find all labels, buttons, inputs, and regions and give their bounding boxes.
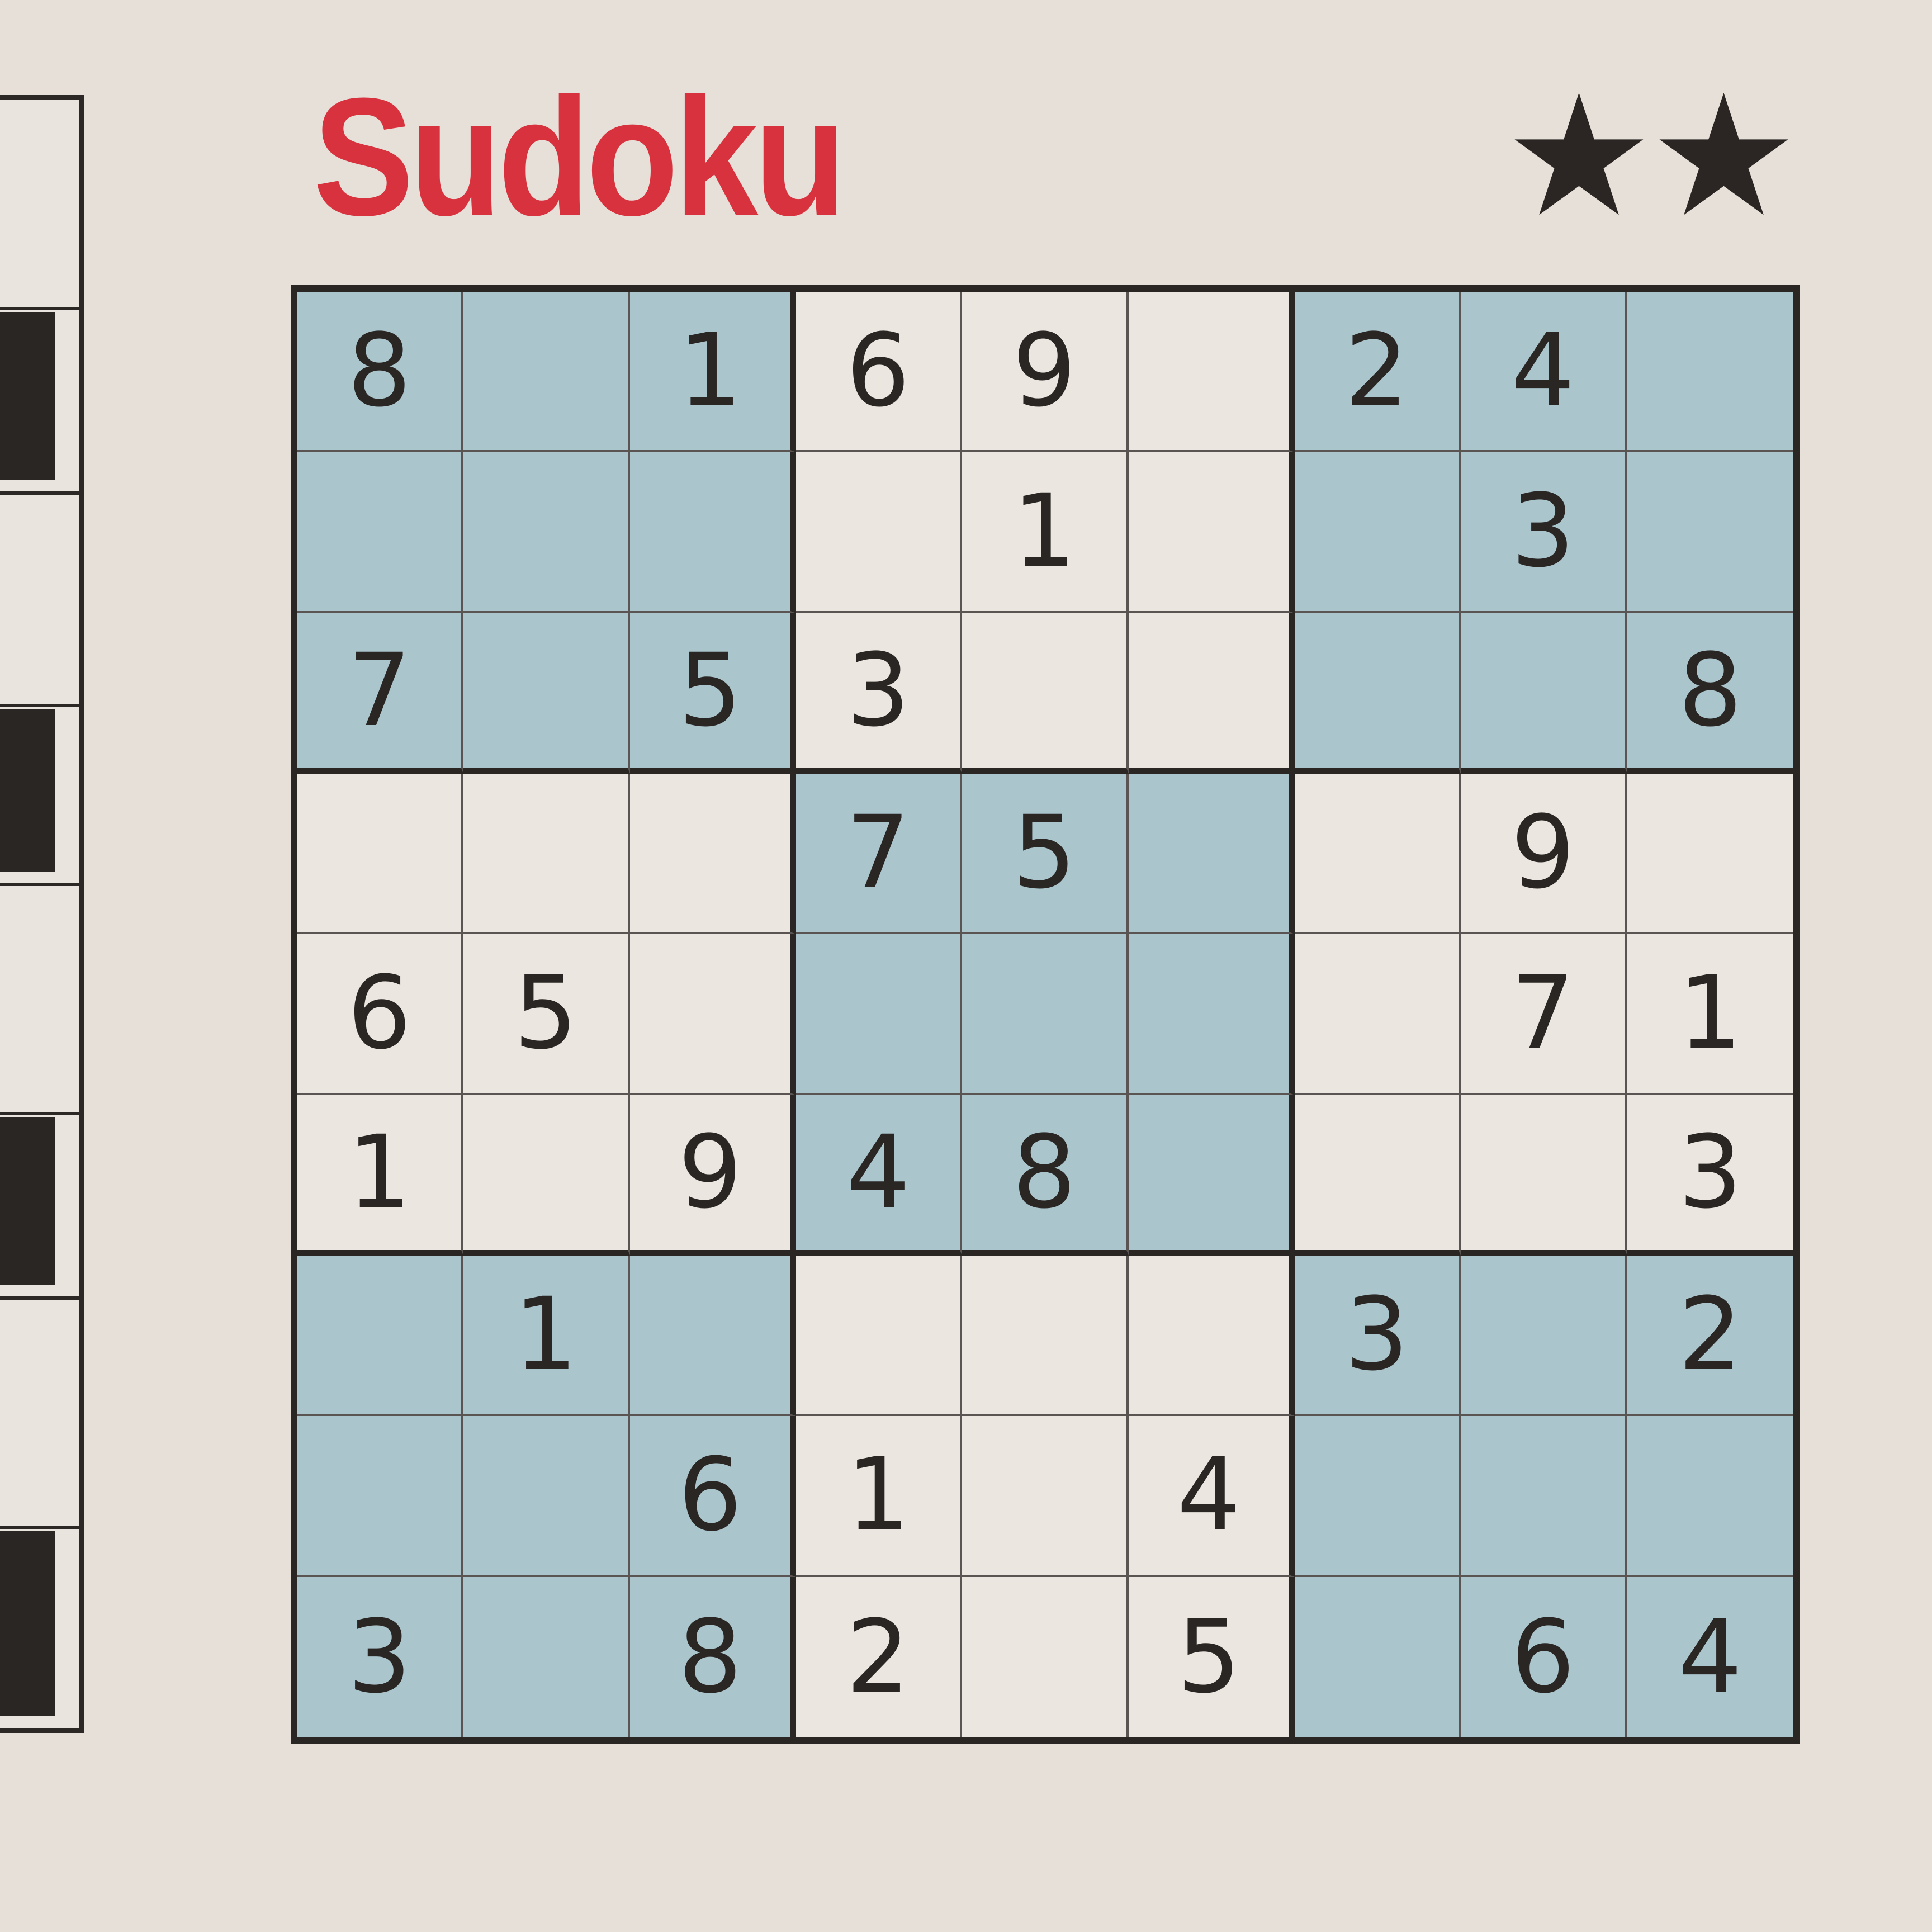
given-digit-cell: 8 xyxy=(962,1095,1129,1256)
empty-cell[interactable] xyxy=(1461,1256,1627,1417)
given-digit-cell: 4 xyxy=(1461,292,1627,453)
empty-cell[interactable] xyxy=(1128,1095,1295,1256)
grid-line xyxy=(0,491,79,495)
empty-cell[interactable] xyxy=(1461,613,1627,774)
empty-cell[interactable] xyxy=(1128,613,1295,774)
given-digit-cell: 5 xyxy=(463,934,630,1095)
given-digit-cell: 3 xyxy=(297,1576,464,1737)
grid-line xyxy=(0,1296,79,1300)
empty-cell[interactable] xyxy=(463,1095,630,1256)
grid-line xyxy=(0,704,79,707)
empty-cell[interactable] xyxy=(1627,292,1793,453)
given-digit-cell: 1 xyxy=(629,292,796,453)
grid-line xyxy=(0,883,79,886)
given-digit-cell: 4 xyxy=(1128,1416,1295,1577)
given-digit-cell: 1 xyxy=(796,1416,963,1577)
black-square xyxy=(0,1117,55,1285)
empty-cell[interactable] xyxy=(629,1256,796,1417)
empty-cell[interactable] xyxy=(962,1576,1129,1737)
given-digit-cell: 6 xyxy=(796,292,963,453)
given-digit-cell: 7 xyxy=(796,774,963,935)
empty-cell[interactable] xyxy=(1295,1416,1461,1577)
empty-cell[interactable] xyxy=(463,1576,630,1737)
empty-cell[interactable] xyxy=(1627,1416,1793,1577)
given-digit-cell: 9 xyxy=(1461,774,1627,935)
sudoku-grid: 816924137538759657119483132614382564 xyxy=(291,285,1800,1744)
empty-cell[interactable] xyxy=(796,452,963,613)
given-digit-cell: 1 xyxy=(1627,934,1793,1095)
given-digit-cell: 9 xyxy=(962,292,1129,453)
empty-cell[interactable] xyxy=(1461,1095,1627,1256)
empty-cell[interactable] xyxy=(1128,1256,1295,1417)
given-digit-cell: 3 xyxy=(1461,452,1627,613)
empty-cell[interactable] xyxy=(463,292,630,453)
empty-cell[interactable] xyxy=(962,1256,1129,1417)
given-digit-cell: 6 xyxy=(629,1416,796,1577)
empty-cell[interactable] xyxy=(629,452,796,613)
empty-cell[interactable] xyxy=(962,613,1129,774)
empty-cell[interactable] xyxy=(1295,934,1461,1095)
grid-line xyxy=(0,307,79,310)
adjacent-puzzle-grid xyxy=(0,95,84,1733)
empty-cell[interactable] xyxy=(1295,613,1461,774)
given-digit-cell: 8 xyxy=(1627,613,1793,774)
given-digit-cell: 6 xyxy=(1461,1576,1627,1737)
given-digit-cell: 2 xyxy=(796,1576,963,1737)
puzzle-title: Sudoku xyxy=(313,63,846,250)
empty-cell[interactable] xyxy=(1295,1095,1461,1256)
empty-cell[interactable] xyxy=(1295,1576,1461,1737)
empty-cell[interactable] xyxy=(1128,292,1295,453)
given-digit-cell: 2 xyxy=(1627,1256,1793,1417)
empty-cell[interactable] xyxy=(297,452,464,613)
empty-cell[interactable] xyxy=(463,613,630,774)
given-digit-cell: 6 xyxy=(297,934,464,1095)
empty-cell[interactable] xyxy=(463,1416,630,1577)
empty-cell[interactable] xyxy=(1128,452,1295,613)
given-digit-cell: 7 xyxy=(297,613,464,774)
grid-line xyxy=(0,1112,79,1115)
given-digit-cell: 5 xyxy=(629,613,796,774)
empty-cell[interactable] xyxy=(1461,1416,1627,1577)
empty-cell[interactable] xyxy=(629,774,796,935)
empty-cell[interactable] xyxy=(796,934,963,1095)
given-digit-cell: 7 xyxy=(1461,934,1627,1095)
empty-cell[interactable] xyxy=(1295,452,1461,613)
given-digit-cell: 5 xyxy=(1128,1576,1295,1737)
difficulty-stars: ★★ xyxy=(1504,59,1799,254)
newspaper-page: Sudoku ★★ 816924137538759657119483132614… xyxy=(0,0,1932,1932)
given-digit-cell: 3 xyxy=(1295,1256,1461,1417)
empty-cell[interactable] xyxy=(796,1256,963,1417)
empty-cell[interactable] xyxy=(463,452,630,613)
empty-cell[interactable] xyxy=(463,774,630,935)
given-digit-cell: 2 xyxy=(1295,292,1461,453)
given-digit-cell: 1 xyxy=(297,1095,464,1256)
empty-cell[interactable] xyxy=(1627,774,1793,935)
empty-cell[interactable] xyxy=(297,1416,464,1577)
given-digit-cell: 3 xyxy=(796,613,963,774)
given-digit-cell: 9 xyxy=(629,1095,796,1256)
black-square xyxy=(0,312,55,480)
grid-line xyxy=(0,1526,79,1529)
given-digit-cell: 4 xyxy=(796,1095,963,1256)
given-digit-cell: 1 xyxy=(463,1256,630,1417)
given-digit-cell: 3 xyxy=(1627,1095,1793,1256)
given-digit-cell: 8 xyxy=(629,1576,796,1737)
given-digit-cell: 8 xyxy=(297,292,464,453)
given-digit-cell: 5 xyxy=(962,774,1129,935)
empty-cell[interactable] xyxy=(962,934,1129,1095)
empty-cell[interactable] xyxy=(962,1416,1129,1577)
empty-cell[interactable] xyxy=(297,1256,464,1417)
black-square xyxy=(0,1531,55,1716)
empty-cell[interactable] xyxy=(1128,774,1295,935)
empty-cell[interactable] xyxy=(629,934,796,1095)
given-digit-cell: 4 xyxy=(1627,1576,1793,1737)
empty-cell[interactable] xyxy=(297,774,464,935)
given-digit-cell: 1 xyxy=(962,452,1129,613)
empty-cell[interactable] xyxy=(1627,452,1793,613)
empty-cell[interactable] xyxy=(1295,774,1461,935)
empty-cell[interactable] xyxy=(1128,934,1295,1095)
black-square xyxy=(0,709,55,872)
